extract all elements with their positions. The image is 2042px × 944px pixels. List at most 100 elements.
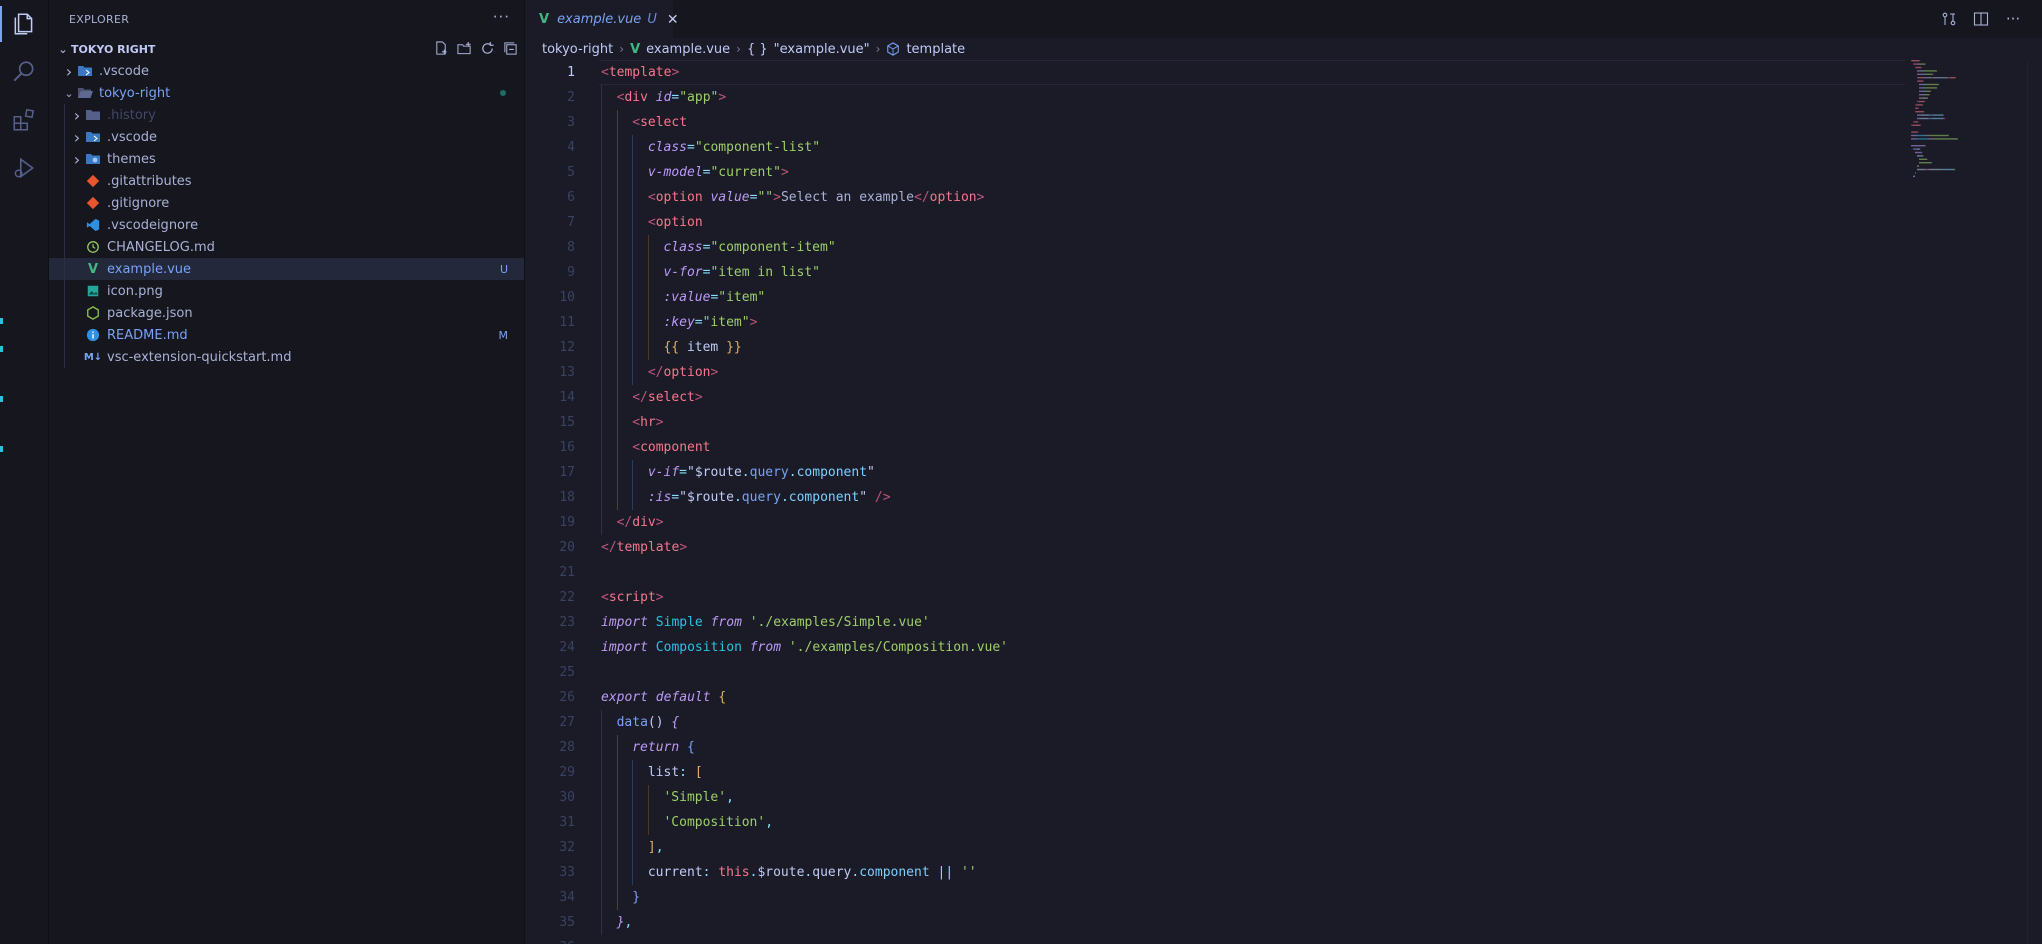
code-token: = [687, 140, 695, 155]
vertical-scrollbar[interactable] [2027, 60, 2042, 944]
files-icon [14, 13, 33, 35]
new-folder-icon[interactable] [456, 40, 472, 56]
open-changes-icon[interactable] [1940, 10, 1958, 28]
code-line: v-model="current"> [601, 160, 789, 185]
minimap-token [1924, 100, 1926, 103]
tree-file[interactable]: M↓ vsc-extension-quickstart.md [49, 346, 524, 368]
tab-status: U [647, 12, 657, 27]
more-actions-icon[interactable]: ··· [2004, 10, 2022, 28]
code-line: </div> [601, 510, 664, 535]
minimap-token [1919, 148, 1921, 150]
indent-guide [64, 192, 65, 214]
breadcrumb-file[interactable]: example.vue [646, 42, 730, 57]
breadcrumb-object[interactable]: "example.vue" [774, 42, 870, 57]
code-token: > [749, 315, 758, 330]
tree-file[interactable]: CHANGELOG.md [49, 236, 524, 258]
tree-folder[interactable]: › .history [49, 104, 524, 126]
tree-folder[interactable]: ⌄ tokyo-right [49, 82, 524, 104]
new-file-icon[interactable] [433, 40, 449, 56]
code-token: component [640, 440, 711, 455]
code-line: current: this.$route.query.component || … [601, 860, 977, 885]
minimap-token [1917, 121, 1919, 123]
tree-folder[interactable]: › .vscode [49, 126, 524, 148]
code-editor[interactable]: 1 <template> 2 <div id="app"> 3 <select 4 class… [525, 60, 2042, 944]
git-status-badge: M [498, 328, 509, 342]
search-activity-button[interactable] [0, 48, 48, 96]
code-token: = [694, 315, 703, 330]
code-token: template [616, 540, 680, 555]
minimap[interactable] [1907, 58, 1967, 188]
code-token: </ [914, 190, 930, 205]
minimap-token [1929, 168, 1936, 171]
code-token: { [671, 715, 680, 730]
code-token: , [765, 815, 774, 830]
code-token: || [937, 865, 961, 880]
scm-indicator [0, 318, 3, 324]
chevron-right-icon: › [875, 42, 881, 56]
chevron-right-icon: › [65, 61, 73, 81]
breadcrumb-symbol[interactable]: template [906, 42, 965, 57]
tree-file[interactable]: .gitattributes [49, 170, 524, 192]
code-token: :key [663, 315, 695, 330]
close-icon[interactable]: ✕ [667, 12, 679, 28]
line-number: 25 [559, 665, 575, 680]
minimap-token [1917, 63, 1920, 65]
code-line: <div id="app"> [601, 85, 727, 110]
explorer-activity-button[interactable] [0, 0, 48, 48]
minimap-token [1922, 70, 1937, 72]
minimap-token [1930, 162, 1932, 164]
code-token: "" [757, 190, 774, 205]
tree-file[interactable]: icon.png [49, 280, 524, 302]
tree-file[interactable]: Vexample.vue U [49, 258, 524, 280]
workspace-root[interactable]: ⌄ TOKYO RIGHT [49, 38, 524, 60]
tree-folder[interactable]: › .vscode [49, 60, 524, 82]
more-actions-icon[interactable]: ··· [493, 8, 510, 26]
tree-file[interactable]: .gitignore [49, 192, 524, 214]
line-number: 6 [567, 190, 575, 205]
minimap-token [1932, 138, 1958, 140]
refresh-icon[interactable] [479, 40, 495, 56]
tab-example-vue[interactable]: V example.vue U ✕ [525, 0, 679, 38]
current-line-highlight [599, 60, 1905, 85]
line-number: 12 [559, 340, 575, 355]
code-line: import Composition from './examples/Comp… [601, 635, 1008, 660]
line-number: 5 [567, 165, 575, 180]
code-line: }, [601, 910, 633, 935]
minimap-token [1919, 87, 1924, 89]
minimap-token [1914, 63, 1918, 65]
split-editor-icon[interactable] [1972, 10, 1990, 28]
minimap-token [1921, 114, 1928, 116]
minimap-token [1928, 168, 1930, 171]
extensions-icon [13, 108, 35, 131]
chevron-right-icon: › [73, 105, 81, 125]
code-line: <option [601, 210, 703, 235]
tree-item-label: .vscode [107, 129, 157, 145]
run-debug-activity-button[interactable] [0, 144, 48, 192]
code-token: > [718, 90, 727, 105]
chevron-right-icon: › [619, 42, 625, 56]
line-number: 29 [559, 765, 575, 780]
collapse-all-icon[interactable] [502, 40, 518, 56]
minimap-token [1927, 114, 1929, 116]
code-token: = [671, 490, 680, 505]
tree-file[interactable]: .vscodeignore [49, 214, 524, 236]
tree-file[interactable]: README.md M [49, 324, 524, 346]
minimap-token [1918, 80, 1924, 82]
breadcrumb-folder[interactable]: tokyo-right [542, 42, 613, 57]
code-token: > [655, 415, 664, 430]
tree-folder[interactable]: › themes [49, 148, 524, 170]
extensions-activity-button[interactable] [0, 96, 48, 144]
chevron-right-icon: › [73, 149, 81, 169]
folder-icon [85, 107, 101, 123]
minimap-token [1919, 63, 1921, 65]
line-number: 3 [567, 115, 575, 130]
code-line: <template> [601, 60, 679, 85]
indent-guide [64, 346, 65, 368]
code-token: option [655, 215, 703, 230]
code-token: = [679, 465, 687, 480]
code-token: " [859, 490, 875, 505]
minimap-token [1935, 168, 1937, 171]
tree-file[interactable]: package.json [49, 302, 524, 324]
minimap-token [1916, 66, 1922, 69]
run-debug-icon [14, 157, 35, 179]
